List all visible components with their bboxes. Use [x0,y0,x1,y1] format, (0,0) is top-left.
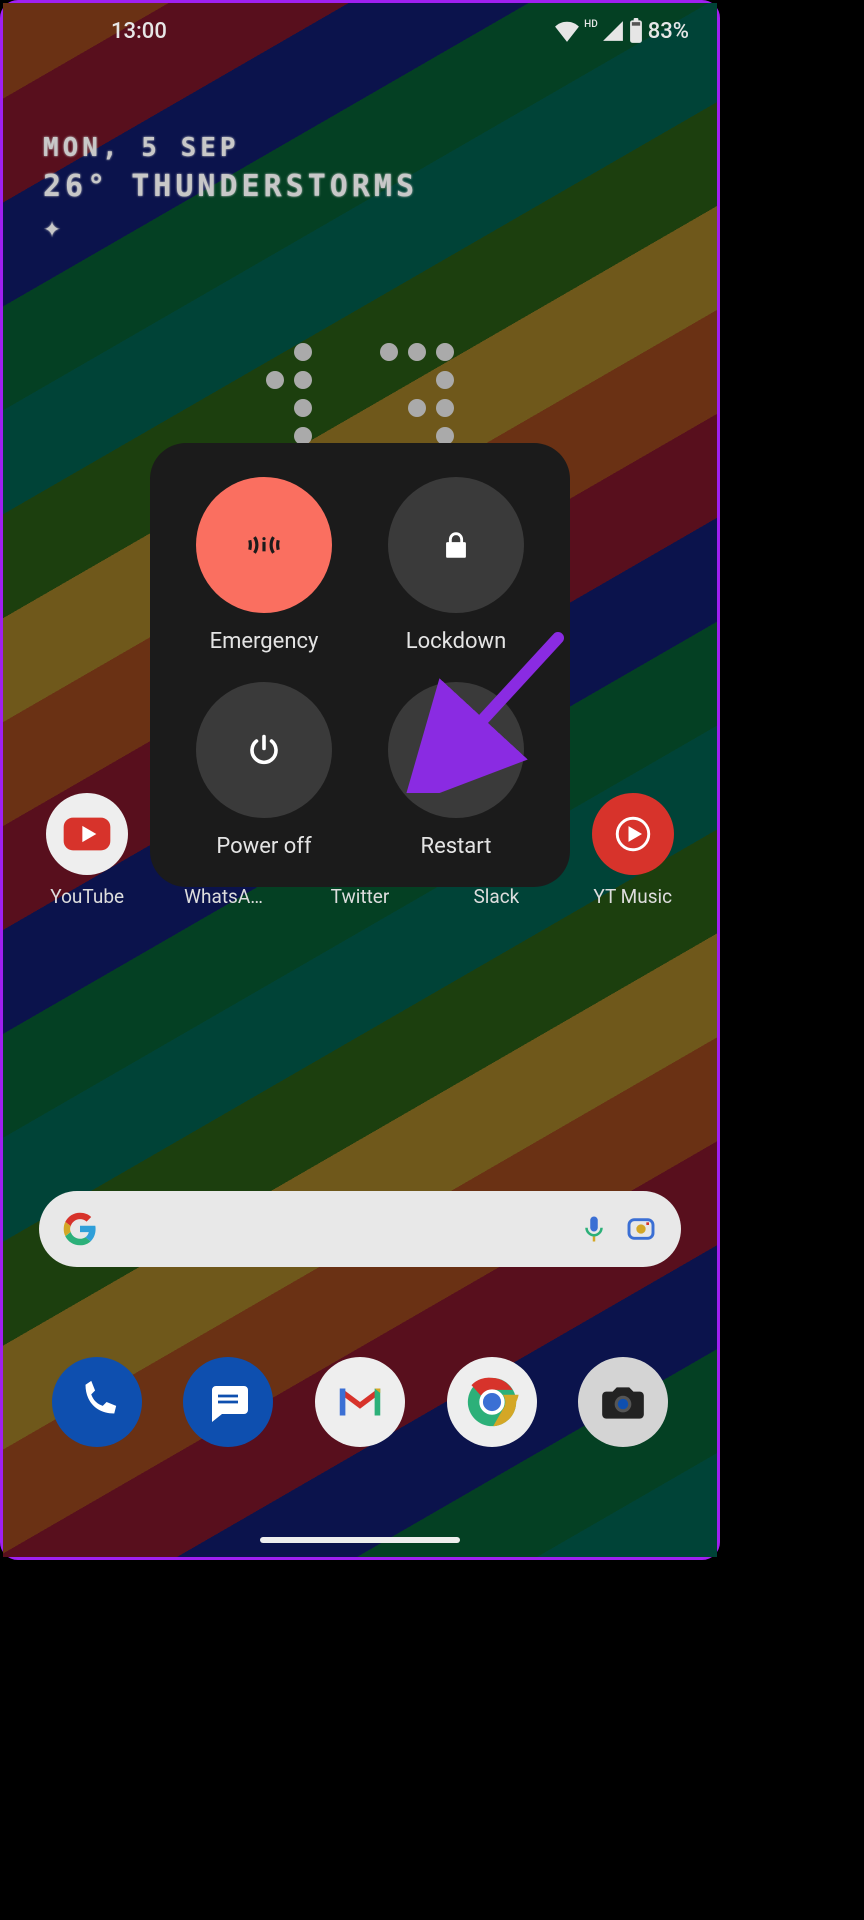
lens-icon[interactable] [625,1213,657,1245]
mic-icon[interactable] [579,1214,609,1244]
power-off-button[interactable]: Power off [174,682,354,859]
youtube-icon [46,793,128,875]
app-label: WhatsA… [184,885,263,908]
status-bar: 13:00 HD 83% [3,3,717,59]
gesture-nav-bar[interactable] [260,1537,460,1543]
google-g-icon [63,1212,97,1246]
camera-icon [598,1377,648,1427]
lightning-icon: ✦ [43,210,418,245]
cellular-icon [602,20,624,42]
restart-button[interactable]: Restart [366,682,546,859]
dock-camera[interactable] [578,1357,668,1447]
dock-chrome[interactable] [447,1357,537,1447]
status-clock: 13:00 [111,19,167,44]
emergency-label: Emergency [210,629,319,654]
dock [3,1357,717,1447]
dock-phone[interactable] [52,1357,142,1447]
restart-label: Restart [421,834,492,859]
gmail-icon [333,1375,387,1429]
yt-music-icon [592,793,674,875]
weather-date: MON, 5 SEP [43,133,418,163]
messages-icon [204,1378,252,1426]
hd-badge: HD [584,19,598,30]
restart-icon [388,682,524,818]
battery-icon [628,18,644,44]
emergency-icon [196,477,332,613]
weather-temp: 26° THUNDERSTORMS [43,169,418,204]
lockdown-button[interactable]: Lockdown [366,477,546,654]
app-label: YouTube [50,885,124,908]
dock-gmail[interactable] [315,1357,405,1447]
app-label: Slack [473,885,519,908]
battery-pct: 83% [648,19,689,44]
app-yt-music[interactable]: YT Music [573,793,693,908]
wifi-icon [554,20,580,42]
app-label: YT Music [593,885,672,908]
emergency-button[interactable]: Emergency [174,477,354,654]
weather-widget[interactable]: MON, 5 SEP 26° THUNDERSTORMS ✦ [43,133,418,245]
lock-icon [388,477,524,613]
phone-icon [74,1379,120,1425]
power-icon [196,682,332,818]
chrome-icon [463,1373,521,1431]
google-search-bar[interactable] [39,1191,681,1267]
app-label: Twitter [331,885,390,908]
dock-messages[interactable] [183,1357,273,1447]
lockdown-label: Lockdown [406,629,506,654]
app-youtube[interactable]: YouTube [27,793,147,908]
power-menu: Emergency Lockdown Power off Restart [150,443,570,887]
power-off-label: Power off [216,834,311,859]
